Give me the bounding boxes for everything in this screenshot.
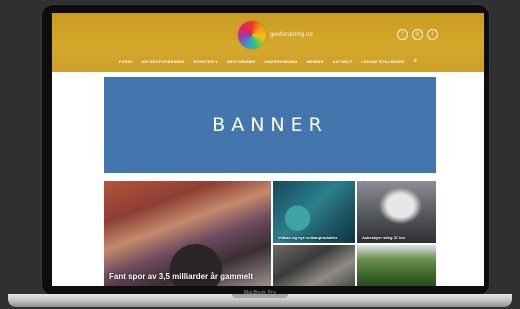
banner-ad[interactable]: BANNER [104,77,436,173]
article-second-title: Vulkan og nye vulkanprodukter [278,235,338,240]
nav-item-forsi[interactable]: FORSI [119,59,132,65]
social-links: f ◎ t [397,29,438,40]
main-nav: FORSI OM GEOFORSKNING NYHETER ▾ GEOTURIS… [52,58,484,65]
article-main[interactable]: Fant spor av 3,5 milliarder år gammelt [104,181,271,286]
nav-item-geoturisme[interactable]: GEOTURISME [227,59,256,65]
logo-text: geoforskning.no [270,32,313,38]
facebook-icon[interactable]: f [397,29,408,40]
article-second[interactable]: Vulkan og nye vulkanprodukter [273,181,355,243]
nav-item-undervisning[interactable]: UNDERVISNING [264,59,297,65]
banner-text: BANNER [212,114,328,136]
article-main-title: Fant spor av 3,5 milliarder år gammelt [109,272,254,281]
nav-item-aktuelt[interactable]: AKTUELT [333,59,353,65]
nav-item-mening[interactable]: MENING [306,59,323,65]
site-header: geoforskning.no f ◎ t FORSI OM GEOFORSKN… [52,13,484,72]
nav-item-ledige-stillinger[interactable]: LEDIGE STILLINGER [361,59,404,65]
article-fifth[interactable] [357,245,436,286]
laptop-screen: geoforskning.no f ◎ t FORSI OM GEOFORSKN… [52,13,484,286]
article-third-title: Askeskyer stieg 37 km [362,235,405,240]
search-icon[interactable]: ⌕ [414,58,418,65]
nav-item-om-geoforskning[interactable]: OM GEOFORSKNING [141,59,184,65]
logo-mark-icon [238,21,266,49]
nav-item-nyheter[interactable]: NYHETER ▾ [194,59,218,65]
article-fourth[interactable] [273,245,355,286]
twitter-icon[interactable]: t [427,29,438,40]
article-third[interactable]: Askeskyer stieg 37 km [357,181,436,243]
site-logo[interactable]: geoforskning.no [238,21,313,49]
instagram-icon[interactable]: ◎ [412,29,423,40]
device-label: MacBook Pro [243,290,277,296]
